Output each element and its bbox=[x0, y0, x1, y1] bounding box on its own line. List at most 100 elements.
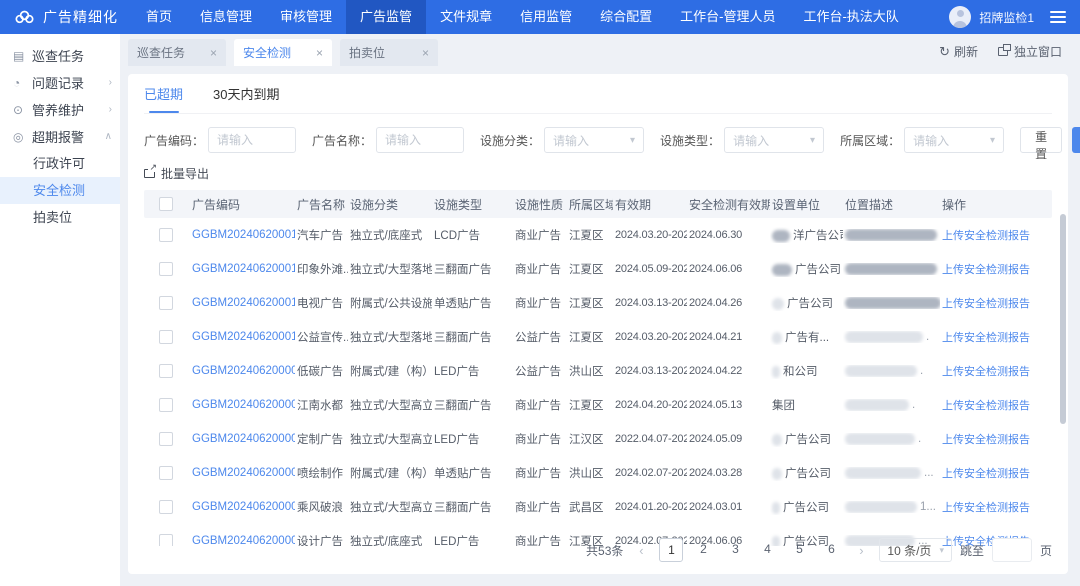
close-icon[interactable]: × bbox=[422, 46, 429, 60]
page-button[interactable]: 4 bbox=[755, 538, 779, 562]
nav-item[interactable]: 首页 bbox=[132, 0, 186, 34]
nav-item[interactable]: 综合配置 bbox=[586, 0, 666, 34]
row-checkbox[interactable] bbox=[159, 262, 173, 276]
upload-report-link[interactable]: 上传安全检测报告 bbox=[942, 298, 1030, 310]
prev-page-icon[interactable]: ‹ bbox=[631, 543, 651, 558]
nav-item[interactable]: 广告监管 bbox=[346, 0, 426, 34]
search-button[interactable]: 查询 bbox=[1072, 127, 1080, 153]
subtab[interactable]: 已超期 bbox=[144, 74, 183, 113]
redacted-text bbox=[772, 230, 790, 242]
upload-report-link[interactable]: 上传安全检测报告 bbox=[942, 502, 1030, 514]
sidebar: ▤巡查任务◔问题记录›⊙管养维护›◎超期报警∧行政许可安全检测拍卖位 bbox=[0, 34, 120, 586]
upload-report-link[interactable]: 上传安全检测报告 bbox=[942, 400, 1030, 412]
table-cell: 单透贴广告 bbox=[432, 465, 513, 481]
table-cell: 江夏区 bbox=[567, 227, 613, 243]
ad-code-link[interactable]: GGBM202406200012 bbox=[192, 331, 295, 343]
upload-report-link[interactable]: 上传安全检测报告 bbox=[942, 366, 1030, 378]
sidebar-subitem[interactable]: 拍卖位 bbox=[0, 204, 120, 231]
upload-report-link[interactable]: 上传安全检测报告 bbox=[942, 264, 1030, 276]
page-size-select[interactable]: 10 条/页 ▾ bbox=[879, 538, 952, 562]
nav-item[interactable]: 信用监管 bbox=[506, 0, 586, 34]
nav-item[interactable]: 工作台-管理人员 bbox=[666, 0, 789, 34]
upload-report-link[interactable]: 上传安全检测报告 bbox=[942, 332, 1030, 344]
row-checkbox[interactable] bbox=[159, 398, 173, 412]
table-cell: 2024.03.20-202... bbox=[613, 229, 687, 241]
filter-input[interactable] bbox=[208, 127, 296, 153]
batch-export-button[interactable]: 批量导出 bbox=[144, 165, 1052, 182]
subtab[interactable]: 30天内到期 bbox=[213, 74, 279, 113]
ad-code-link[interactable]: GGBM202406200009 bbox=[192, 365, 295, 377]
table-cell: 上传安全检测报告 bbox=[940, 329, 1052, 345]
sidebar-subitem[interactable]: 行政许可 bbox=[0, 150, 120, 177]
scrollbar[interactable] bbox=[1060, 214, 1066, 424]
ad-code-link[interactable]: GGBM202406200015 bbox=[192, 263, 295, 275]
nav-item[interactable]: 工作台-执法大队 bbox=[789, 0, 912, 34]
table-cell: 2024.05.09 bbox=[687, 433, 770, 445]
page-button[interactable]: 2 bbox=[691, 538, 715, 562]
filter-select[interactable]: 请输入▾ bbox=[544, 127, 644, 153]
ad-code-link[interactable]: GGBM202406200008 bbox=[192, 399, 295, 411]
username: 招牌监检1 bbox=[979, 9, 1034, 26]
sidebar-menu: ▤巡查任务◔问题记录›⊙管养维护›◎超期报警∧行政许可安全检测拍卖位 bbox=[0, 42, 120, 231]
row-checkbox[interactable] bbox=[159, 466, 173, 480]
row-checkbox[interactable] bbox=[159, 228, 173, 242]
workspace-tab[interactable]: 巡查任务× bbox=[128, 39, 226, 66]
sidebar-item[interactable]: ▤巡查任务 bbox=[0, 42, 120, 69]
standalone-window-button[interactable]: 独立窗口 bbox=[998, 43, 1062, 60]
user-avatar[interactable] bbox=[949, 6, 971, 28]
row-checkbox[interactable] bbox=[159, 500, 173, 514]
ad-code-link[interactable]: GGBM202406200006 bbox=[192, 467, 295, 479]
status-subtabs: 已超期 30天内到期 bbox=[144, 74, 1052, 114]
nav-item[interactable]: 文件规章 bbox=[426, 0, 506, 34]
next-page-icon[interactable]: › bbox=[851, 543, 871, 558]
row-checkbox[interactable] bbox=[159, 364, 173, 378]
page-button[interactable]: 1 bbox=[659, 538, 683, 562]
upload-report-link[interactable]: 上传安全检测报告 bbox=[942, 230, 1030, 242]
upload-report-link[interactable]: 上传安全检测报告 bbox=[942, 434, 1030, 446]
table-row: GGBM202406200006喷绘制作附属式/建（构）...单透贴广告商业广告… bbox=[144, 456, 1052, 490]
table-cell: 2024.03.28 bbox=[687, 467, 770, 479]
redacted-text bbox=[845, 399, 909, 411]
chevron-right-icon: › bbox=[109, 104, 112, 115]
ad-code-link[interactable]: GGBM202406200007 bbox=[192, 433, 295, 445]
row-checkbox[interactable] bbox=[159, 432, 173, 446]
ad-code-link[interactable]: GGBM202406200003 bbox=[192, 535, 295, 546]
table-cell: 广告公司 bbox=[770, 465, 843, 481]
table-cell: 商业广告 bbox=[513, 295, 567, 311]
filter-select[interactable]: 请输入▾ bbox=[904, 127, 1004, 153]
row-checkbox[interactable] bbox=[159, 534, 173, 546]
page-button[interactable]: 5 bbox=[787, 538, 811, 562]
table-cell: 江夏区 bbox=[567, 397, 613, 413]
table-cell: 广告公司 bbox=[770, 499, 843, 515]
nav-item[interactable]: 审核管理 bbox=[266, 0, 346, 34]
sidebar-item[interactable]: ⊙管养维护› bbox=[0, 96, 120, 123]
select-all-checkbox[interactable] bbox=[159, 197, 173, 211]
nav-item[interactable]: 信息管理 bbox=[186, 0, 266, 34]
page-button[interactable]: 3 bbox=[723, 538, 747, 562]
row-checkbox[interactable] bbox=[159, 330, 173, 344]
dropdown-icon: ▾ bbox=[939, 545, 944, 556]
workspace-tab[interactable]: 安全检测× bbox=[234, 39, 332, 66]
jump-page-input[interactable] bbox=[992, 538, 1032, 562]
refresh-button[interactable]: ↻ 刷新 bbox=[939, 43, 978, 60]
row-checkbox[interactable] bbox=[159, 296, 173, 310]
upload-report-link[interactable]: 上传安全检测报告 bbox=[942, 468, 1030, 480]
menu-icon[interactable] bbox=[1050, 11, 1066, 23]
table-cell bbox=[144, 364, 190, 378]
ad-code-link[interactable]: GGBM202406200004 bbox=[192, 501, 295, 513]
sidebar-subitem[interactable]: 安全检测 bbox=[0, 177, 120, 204]
ad-code-link[interactable]: GGBM202406200013 bbox=[192, 297, 295, 309]
table-cell: 设计广告 bbox=[295, 533, 348, 546]
close-icon[interactable]: × bbox=[316, 46, 323, 60]
close-icon[interactable]: × bbox=[210, 46, 217, 60]
filter-input[interactable] bbox=[376, 127, 464, 153]
sidebar-item[interactable]: ◔问题记录› bbox=[0, 69, 120, 96]
table-cell: 商业广告 bbox=[513, 431, 567, 447]
filter-buttons: 重置 查询 bbox=[1020, 127, 1080, 153]
sidebar-item[interactable]: ◎超期报警∧ bbox=[0, 123, 120, 150]
page-button[interactable]: 6 bbox=[819, 538, 843, 562]
reset-button[interactable]: 重置 bbox=[1020, 127, 1062, 153]
filter-select[interactable]: 请输入▾ bbox=[724, 127, 824, 153]
workspace-tab[interactable]: 拍卖位× bbox=[340, 39, 438, 66]
ad-code-link[interactable]: GGBM202406200016 bbox=[192, 229, 295, 241]
